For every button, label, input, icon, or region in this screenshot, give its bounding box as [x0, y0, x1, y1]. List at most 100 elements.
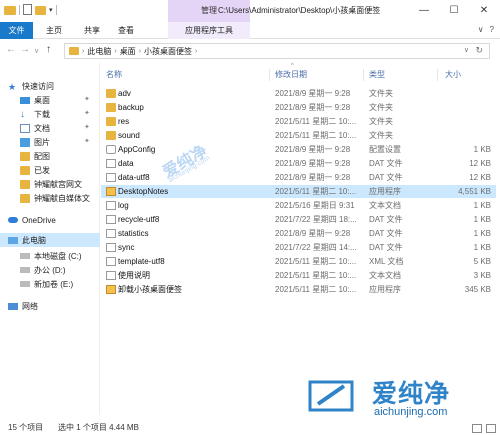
file-row[interactable]: adv 2021/8/9 星期一 9:28 文件夹 [101, 87, 496, 100]
column-divider[interactable] [269, 69, 270, 81]
large-icons-view-icon[interactable] [486, 424, 496, 433]
tab-app-tools[interactable]: 应用程序工具 [168, 22, 250, 39]
breadcrumb-current-folder[interactable]: 小孩桌面便签 [144, 46, 192, 57]
file-type: 文件夹 [369, 117, 393, 126]
file-row[interactable]: backup 2021/8/9 星期一 9:28 文件夹 [101, 101, 496, 114]
chevron-right-icon[interactable]: › [195, 48, 197, 55]
file-date: 2021/5/11 星期二 10:... [275, 257, 357, 266]
selection-info: 选中 1 个项目 4.44 MB [58, 423, 139, 432]
file-date: 2021/8/9 星期一 9:28 [275, 229, 351, 238]
up-icon[interactable]: ↑ [46, 44, 51, 55]
window-title: C:\Users\Administrator\Desktop\小孩桌面便签 [218, 6, 381, 15]
file-row[interactable]: statistics 2021/8/9 星期一 9:28 DAT 文件 1 KB [101, 227, 496, 240]
file-row[interactable]: 使用说明 2021/5/11 星期二 10:... 文本文档 3 KB [101, 269, 496, 282]
sidebar-item-pictures[interactable]: 图片 [20, 135, 50, 149]
sidebar-item-label: 配图 [34, 151, 50, 161]
sidebar-item-label: 桌面 [34, 95, 50, 105]
tab-home[interactable]: 主页 [40, 22, 68, 39]
sidebar-item-label: 已发 [34, 165, 50, 175]
file-row[interactable]: log 2021/5/16 星期日 9:31 文本文档 1 KB [101, 199, 496, 212]
sidebar-item-downloads[interactable]: ↓ 下载 [20, 107, 50, 121]
sidebar-item-desktop[interactable]: 桌面 [20, 93, 50, 107]
sidebar-item-documents[interactable]: 文档 [20, 121, 50, 135]
file-type: 文件夹 [369, 103, 393, 112]
close-button[interactable]: ✕ [470, 0, 498, 22]
folder-icon [106, 103, 116, 112]
address-row: ← → ∨ ↑ › 此电脑 › 桌面 › 小孩桌面便签 › ∨ ↻ [0, 39, 500, 63]
sidebar-item-drive-e[interactable]: 新加卷 (E:) [20, 277, 73, 291]
file-icon [106, 257, 116, 266]
column-header-name[interactable]: 名称 [106, 68, 122, 82]
folder-icon [4, 6, 16, 15]
file-type: DAT 文件 [369, 229, 403, 238]
address-dropdown-icon[interactable]: ∨ [464, 46, 469, 54]
file-row[interactable]: template-utf8 2021/5/11 星期二 10:... XML 文… [101, 255, 496, 268]
sidebar-item-this-pc[interactable]: 此电脑 [0, 233, 100, 247]
watermark-logo-text: 爱纯净 [372, 380, 451, 408]
sidebar-item-folder-2[interactable]: 已发 [20, 163, 50, 177]
chevron-right-icon[interactable]: › [114, 48, 116, 55]
file-size [441, 129, 491, 142]
file-type: XML 文档 [369, 257, 404, 266]
download-icon: ↓ [20, 108, 25, 120]
file-size: 5 KB [473, 257, 491, 266]
tab-share[interactable]: 共享 [78, 22, 106, 39]
status-bar: 15 个项目 选中 1 个项目 4.44 MB [0, 418, 500, 435]
refresh-icon[interactable]: ↻ [475, 45, 483, 56]
config-file-icon [106, 145, 116, 154]
file-row[interactable]: 卸载小孩桌面便签 2021/5/11 星期二 10:... 应用程序 345 K… [101, 283, 496, 296]
file-row-selected[interactable]: DesktopNotes 2021/5/11 星期二 10:... 应用程序 4… [101, 185, 496, 198]
minimize-button[interactable]: — [410, 0, 438, 22]
customize-toolbar-icon[interactable]: ▾ [49, 6, 53, 14]
column-header-date[interactable]: 修改日期 [275, 68, 307, 82]
chevron-right-icon[interactable]: › [82, 48, 84, 55]
recent-locations-icon[interactable]: ∨ [34, 47, 39, 55]
sidebar-item-quick-access[interactable]: ★ 快速访问 [8, 79, 54, 93]
collapse-ribbon-icon[interactable]: ∨ [478, 25, 484, 34]
file-row[interactable]: res 2021/5/11 星期二 10:... 文件夹 [101, 115, 496, 128]
folder-icon [106, 89, 116, 98]
file-name: recycle-utf8 [118, 215, 160, 224]
file-type: 应用程序 [369, 285, 401, 294]
sidebar-item-drive-d[interactable]: 办公 (D:) [20, 263, 66, 277]
column-divider[interactable] [363, 69, 364, 81]
file-row[interactable]: data-utf8 2021/8/9 星期一 9:28 DAT 文件 12 KB [101, 171, 496, 184]
new-folder-icon[interactable] [35, 6, 46, 15]
file-size: 1 KB [473, 201, 491, 210]
help-icon[interactable]: ? [490, 25, 494, 34]
file-type: DAT 文件 [369, 215, 403, 224]
sidebar-item-drive-c[interactable]: 本地磁盘 (C:) [20, 249, 82, 263]
chevron-right-icon[interactable]: › [139, 48, 141, 55]
forward-icon[interactable]: → [20, 44, 30, 55]
maximize-button[interactable]: ☐ [440, 0, 468, 22]
file-type: DAT 文件 [369, 159, 403, 168]
column-header-size[interactable]: 大小 [445, 68, 461, 82]
sidebar-item-folder-1[interactable]: 配图 [20, 149, 50, 163]
file-row[interactable]: AppConfig 2021/8/9 星期一 9:28 配置设置 1 KB [101, 143, 496, 156]
sidebar-item-onedrive[interactable]: OneDrive [8, 213, 56, 227]
sidebar-item-folder-3[interactable]: 钟耀献宫网文 [20, 177, 82, 191]
tab-view[interactable]: 查看 [112, 22, 140, 39]
breadcrumb-this-pc[interactable]: 此电脑 [87, 46, 111, 57]
breadcrumb-desktop[interactable]: 桌面 [120, 46, 136, 57]
sidebar-item-label: 下载 [34, 109, 50, 119]
sidebar-item-label: 快速访问 [22, 81, 54, 91]
details-view-icon[interactable] [472, 424, 482, 433]
tab-file[interactable]: 文件 [0, 22, 33, 39]
folder-icon [69, 47, 79, 55]
item-count: 15 个项目 [8, 423, 44, 432]
sidebar-item-network[interactable]: 网络 [8, 299, 38, 313]
address-bar[interactable]: › 此电脑 › 桌面 › 小孩桌面便签 › ∨ ↻ [64, 43, 490, 59]
properties-icon[interactable] [23, 4, 32, 15]
file-size: 1 KB [473, 243, 491, 252]
file-list: ^ 名称 修改日期 类型 大小 adv 2021/8/9 星期一 9:28 文件… [101, 63, 500, 415]
column-header-type[interactable]: 类型 [369, 68, 385, 82]
file-size: 12 KB [469, 159, 491, 168]
file-size [441, 101, 491, 114]
sidebar-item-folder-4[interactable]: 钟耀献自媒体文 [20, 191, 90, 205]
back-icon[interactable]: ← [6, 44, 16, 55]
file-row[interactable]: sync 2021/7/22 星期四 14:... DAT 文件 1 KB [101, 241, 496, 254]
column-divider[interactable] [437, 69, 438, 81]
file-row[interactable]: recycle-utf8 2021/7/22 星期四 18:... DAT 文件… [101, 213, 496, 226]
file-row[interactable]: sound 2021/5/11 星期二 10:... 文件夹 [101, 129, 496, 142]
